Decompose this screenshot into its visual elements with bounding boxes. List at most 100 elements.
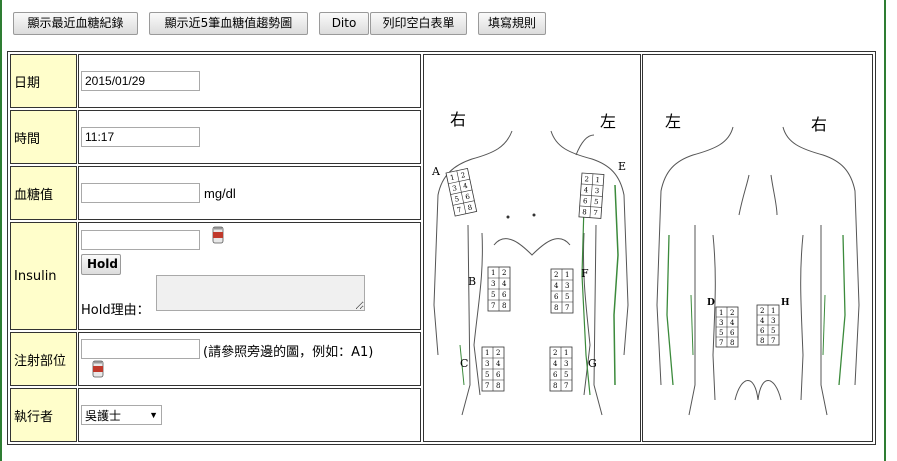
injection-site-input[interactable] (81, 339, 200, 359)
svg-text:3: 3 (719, 319, 723, 327)
svg-text:2: 2 (760, 307, 764, 315)
region-h-label: H (781, 298, 790, 308)
insulin-value-cell: Hold Hold理由： (78, 222, 421, 330)
svg-text:5: 5 (564, 371, 568, 379)
svg-text:7: 7 (485, 382, 489, 390)
print-blank-form-button[interactable]: 列印空白表單 (370, 12, 467, 35)
svg-text:2: 2 (496, 349, 500, 357)
svg-text:7: 7 (565, 304, 569, 312)
region-e-label: E (618, 160, 626, 173)
svg-text:1: 1 (564, 349, 568, 357)
front-left-text: 左 (600, 112, 616, 131)
svg-text:3: 3 (565, 282, 569, 290)
svg-text:3: 3 (771, 317, 775, 325)
executor-label: 執行者 (14, 409, 54, 425)
grid-f: 21 43 65 87 (550, 268, 574, 314)
region-a-label: A (431, 165, 441, 178)
executor-value-cell: 吳護士 ▼ (78, 388, 421, 442)
medicine-can-icon[interactable] (92, 360, 104, 378)
site-value-cell: (請參照旁邊的圖，例如：A1) (78, 332, 421, 386)
show-trend-chart-button[interactable]: 顯示近5筆血糖值趨勢圖 (149, 12, 308, 35)
svg-text:8: 8 (582, 208, 587, 216)
dropdown-arrow-icon: ▼ (149, 410, 158, 420)
glucose-input[interactable] (81, 183, 200, 203)
svg-text:4: 4 (496, 360, 501, 368)
back-body-diagram-cell: 左 右 D H 12 34 56 78 21 43 65 87 (642, 54, 873, 442)
svg-text:5: 5 (485, 371, 489, 379)
svg-text:4: 4 (730, 319, 735, 327)
medicine-can-icon[interactable] (212, 226, 224, 244)
time-label-cell: 時間 (10, 110, 77, 164)
glucose-label-cell: 血糖值 (10, 166, 77, 220)
date-input[interactable] (81, 71, 200, 91)
back-body-diagram: 左 右 D H 12 34 56 78 21 43 65 87 (656, 112, 860, 416)
back-right-text: 右 (811, 115, 827, 134)
svg-text:6: 6 (553, 371, 558, 379)
svg-text:8: 8 (554, 304, 558, 312)
svg-text:5: 5 (771, 327, 775, 335)
dito-button[interactable]: Dito (319, 12, 369, 35)
right-frame-border (884, 0, 886, 461)
executor-label-cell: 執行者 (10, 388, 77, 442)
executor-selected: 吳護士 (85, 408, 122, 423)
svg-text:2: 2 (730, 309, 734, 317)
show-recent-glucose-button[interactable]: 顯示最近血糖紀錄 (13, 12, 138, 35)
back-left-text: 左 (665, 112, 681, 131)
svg-text:6: 6 (496, 371, 501, 379)
svg-text:1: 1 (485, 349, 489, 357)
svg-text:2: 2 (584, 175, 589, 183)
grid-g: 21 43 65 87 (549, 346, 573, 392)
front-body-diagram: 右 左 A B C E F G 12 34 56 78 21 43 65 8 7… (431, 110, 629, 416)
region-g-label: G (588, 357, 597, 370)
insulin-input[interactable] (81, 230, 200, 250)
left-frame-border (0, 0, 2, 461)
svg-text:2: 2 (553, 349, 557, 357)
region-c-label: C (460, 357, 468, 370)
svg-text:3: 3 (564, 360, 568, 368)
time-input[interactable] (81, 127, 200, 147)
svg-text:2: 2 (554, 271, 558, 279)
date-label-cell: 日期 (10, 54, 77, 108)
date-value-cell (78, 54, 421, 108)
date-label: 日期 (14, 75, 41, 91)
grid-e: 21 43 65 87 (578, 172, 605, 219)
glucose-value-cell: mg/dl (78, 166, 421, 220)
svg-text:8: 8 (760, 337, 764, 345)
svg-text:7: 7 (771, 337, 775, 345)
insulin-label: Insulin (14, 268, 57, 284)
svg-text:6: 6 (760, 327, 765, 335)
svg-text:5: 5 (491, 291, 495, 299)
svg-text:4: 4 (760, 317, 765, 325)
svg-text:2: 2 (502, 269, 506, 277)
svg-text:8: 8 (502, 302, 506, 310)
insulin-label-cell: Insulin (10, 222, 77, 330)
region-f-label: F (581, 267, 589, 280)
svg-text:1: 1 (595, 176, 600, 184)
svg-text:5: 5 (719, 329, 723, 337)
grid-b: 12 34 56 78 (487, 266, 511, 312)
svg-text:7: 7 (719, 339, 723, 347)
svg-text:4: 4 (553, 360, 558, 368)
svg-text:1: 1 (719, 309, 723, 317)
grid-d: 12 34 56 78 (715, 306, 739, 348)
injection-site-hint: (請參照旁邊的圖，例如：A1) (203, 345, 374, 360)
fill-rules-button[interactable]: 填寫規則 (478, 12, 546, 35)
svg-text:1: 1 (491, 269, 495, 277)
svg-text:1: 1 (565, 271, 569, 279)
site-label-cell: 注射部位 (10, 332, 77, 386)
hold-reason-textarea[interactable] (156, 275, 365, 311)
region-b-label: B (468, 275, 476, 288)
svg-text:6: 6 (730, 329, 735, 337)
executor-select[interactable]: 吳護士 ▼ (81, 405, 162, 425)
grid-c: 12 34 56 78 (481, 346, 505, 392)
svg-text:7: 7 (593, 209, 598, 217)
time-label: 時間 (14, 131, 41, 147)
hold-button[interactable]: Hold (81, 254, 121, 275)
svg-text:7: 7 (491, 302, 495, 310)
svg-text:5: 5 (594, 198, 599, 206)
region-d-label: D (707, 298, 715, 308)
svg-text:6: 6 (554, 293, 559, 301)
form-table: 日期 時間 血糖值 mg/dl Insulin Hold Hold理由： 注射部… (7, 51, 876, 445)
grid-a: 12 34 56 78 (445, 167, 478, 217)
svg-text:3: 3 (485, 360, 489, 368)
